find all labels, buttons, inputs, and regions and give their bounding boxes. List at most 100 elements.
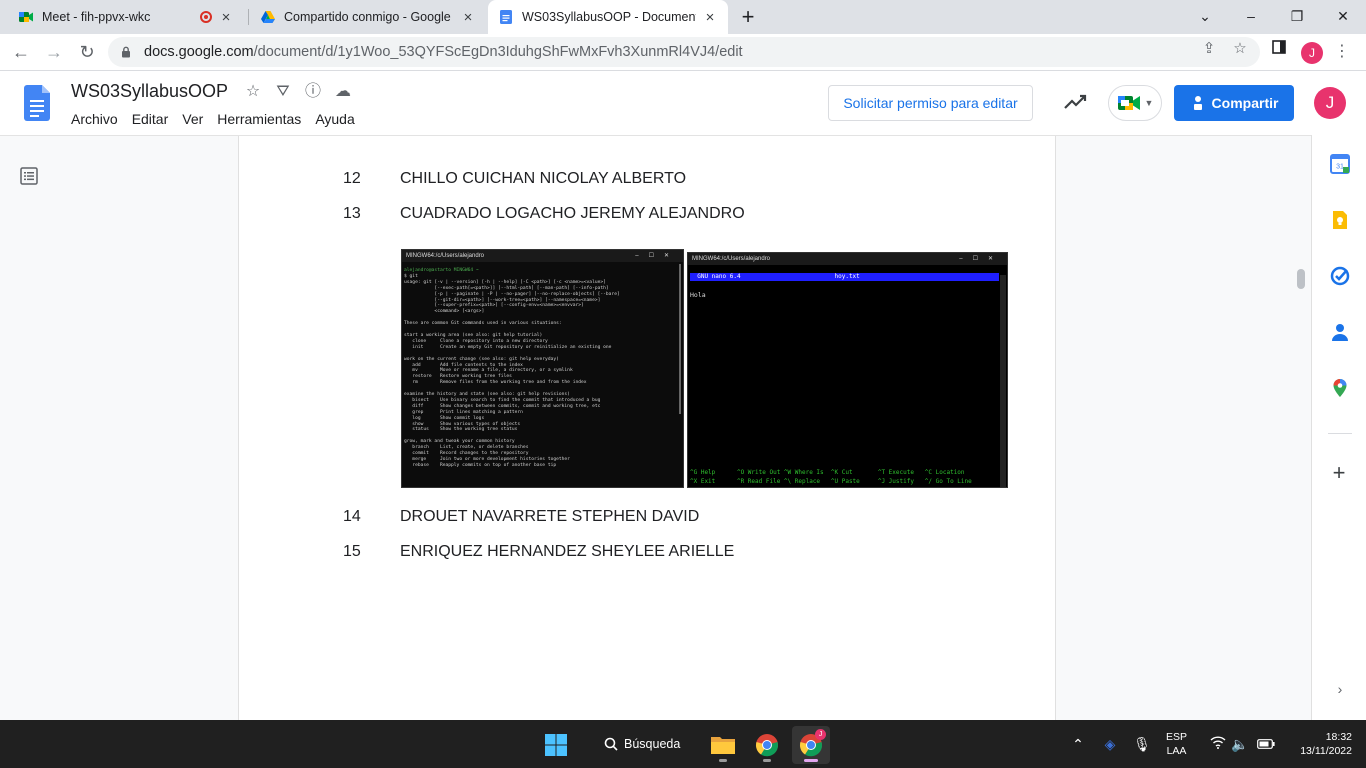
document-title[interactable]: WS03SyllabusOOP	[71, 81, 228, 102]
minimize-button[interactable]: –	[1228, 0, 1274, 34]
tab-separator	[248, 9, 249, 25]
microphone-icon[interactable]: 🎙	[1132, 734, 1152, 754]
student-name: CHILLO CUICHAN NICOLAY ALBERTO	[400, 170, 687, 187]
maps-icon[interactable]	[1330, 378, 1350, 398]
menu-ayuda[interactable]: Ayuda	[315, 111, 354, 127]
running-indicator	[719, 759, 727, 762]
system-clock[interactable]: 18:32 13/11/2022	[1282, 730, 1352, 768]
clock-time: 18:32	[1325, 731, 1352, 743]
row-number: 13	[343, 205, 361, 222]
menu-ver[interactable]: Ver	[182, 111, 203, 127]
new-tab-button[interactable]: +	[737, 4, 759, 30]
battery-icon[interactable]	[1256, 734, 1276, 754]
git-terminal-screenshot[interactable]: MINGW64:/c/Users/alejandro –☐✕ alejandro…	[401, 249, 684, 488]
request-edit-permission-button[interactable]: Solicitar permiso para editar	[828, 85, 1033, 121]
share-button[interactable]: Compartir	[1174, 85, 1294, 121]
taskbar-chrome-other-profile[interactable]	[748, 726, 786, 764]
calendar-icon[interactable]: 31	[1330, 154, 1350, 174]
star-icon[interactable]: ☆	[244, 83, 262, 101]
share-label: Compartir	[1211, 95, 1279, 111]
address-bar[interactable]: docs.google.com/document/d/1y1Woo_53QYFS…	[108, 37, 1260, 67]
back-icon[interactable]: ←	[8, 39, 34, 65]
tab-title: Meet - fih-ppvx-wkc	[42, 10, 151, 24]
nano-terminal-screenshot[interactable]: MINGW64:/c/Users/alejandro –☐✕ GNU nano …	[687, 252, 1008, 488]
recording-icon	[200, 11, 212, 23]
tab-meet[interactable]: Meet - fih-ppvx-wkc ×	[8, 0, 244, 34]
tray-app-icon[interactable]: ◈	[1100, 734, 1120, 754]
share-page-icon[interactable]: ⇪	[1200, 40, 1218, 58]
show-hidden-icons-icon[interactable]: ⌃	[1068, 734, 1088, 754]
tab-strip: Meet - fih-ppvx-wkc × Compartido conmigo…	[0, 0, 1366, 34]
nano-content: Hola	[690, 291, 706, 299]
chevron-right-icon[interactable]: ›	[1332, 681, 1348, 697]
meet-call-button[interactable]: ▼	[1108, 85, 1162, 121]
volume-icon[interactable]: 🔈	[1230, 734, 1250, 754]
terminal-scrollbar	[1000, 275, 1006, 487]
windows-start-icon[interactable]	[544, 733, 568, 757]
taskbar-chrome-active[interactable]: J	[792, 726, 830, 764]
url-host: docs.google.com	[144, 44, 254, 60]
activity-trend-icon[interactable]	[1063, 92, 1089, 112]
reload-icon[interactable]: ↻	[74, 39, 100, 65]
contacts-icon[interactable]	[1330, 322, 1350, 342]
chrome-menu-icon[interactable]: ⋮	[1334, 40, 1350, 64]
student-name: ENRIQUEZ HERNANDEZ SHEYLEE ARIELLE	[400, 543, 735, 560]
add-to-drive-icon[interactable]: ⛛	[274, 83, 292, 101]
tab-drive[interactable]: Compartido conmigo - Google Drive ×	[250, 0, 486, 34]
chrome-icon	[755, 734, 779, 757]
side-panel: 31 + ›	[1311, 135, 1366, 720]
side-panel-icon[interactable]	[1270, 40, 1288, 58]
tab-search-icon[interactable]: ⌄	[1182, 0, 1228, 34]
terminal-title: MINGW64:/c/Users/alejandro	[692, 256, 771, 262]
keep-icon[interactable]	[1330, 210, 1350, 230]
close-tab-icon[interactable]: ×	[460, 9, 476, 26]
restore-button[interactable]: ❐	[1274, 0, 1320, 34]
terminal-window-controls: –☐✕	[635, 253, 679, 259]
tasks-icon[interactable]	[1330, 266, 1350, 286]
account-avatar[interactable]: J	[1314, 87, 1346, 119]
cloud-status-icon[interactable]: ☁	[334, 83, 352, 101]
meet-icon	[1117, 96, 1140, 110]
tab-docs-active[interactable]: WS03SyllabusOOP - Documentos de Google ×	[488, 0, 728, 34]
tab-title: Compartido conmigo - Google Drive	[284, 10, 454, 24]
row-number: 14	[343, 508, 361, 525]
document-page[interactable]: 12 CHILLO CUICHAN NICOLAY ALBERTO 13 CUA…	[238, 136, 1056, 721]
taskbar-file-explorer[interactable]	[704, 726, 742, 764]
terminal-line: rebase Reapply commits on top of another…	[404, 462, 557, 468]
wifi-icon[interactable]	[1208, 734, 1228, 754]
forward-icon[interactable]: →	[41, 39, 67, 65]
bookmark-star-icon[interactable]: ☆	[1231, 40, 1249, 58]
profile-avatar[interactable]: J	[1301, 42, 1323, 64]
docs-logo-icon[interactable]	[24, 85, 50, 121]
folder-icon	[711, 737, 735, 754]
docs-header: WS03SyllabusOOP ☆ ⛛ ⓘ ☁ Archivo Editar V…	[0, 71, 1366, 135]
terminal-title: MINGW64:/c/Users/alejandro	[406, 253, 485, 259]
svg-text:31: 31	[1336, 164, 1344, 171]
close-tab-icon[interactable]: ×	[218, 9, 234, 26]
meet-icon	[19, 12, 33, 22]
lock-icon	[122, 46, 130, 58]
add-addon-icon[interactable]: +	[1329, 462, 1349, 484]
menu-editar[interactable]: Editar	[132, 111, 169, 127]
row-number: 12	[343, 170, 361, 187]
wifi-glyph	[1210, 736, 1226, 749]
person-lock-icon	[1193, 96, 1202, 110]
drive-icon	[261, 11, 275, 23]
close-window-button[interactable]: ✕	[1320, 0, 1366, 34]
document-outline-icon[interactable]	[20, 167, 38, 185]
taskbar-search[interactable]: Búsqueda	[588, 726, 702, 762]
menu-herramientas[interactable]: Herramientas	[217, 111, 301, 127]
terminal-titlebar: MINGW64:/c/Users/alejandro –☐✕	[688, 253, 1007, 265]
page-scrollbar-thumb[interactable]	[1297, 269, 1305, 289]
panel-divider	[1328, 433, 1352, 434]
language-indicator[interactable]: ESP LAA	[1166, 730, 1187, 768]
info-icon[interactable]: ⓘ	[304, 83, 322, 101]
row-number: 15	[343, 543, 361, 560]
close-tab-icon[interactable]: ×	[702, 9, 718, 26]
windows-taskbar: Búsqueda J ⌃ ◈ 🎙 ESP LAA 🔈 18:32 13/11/2…	[0, 720, 1366, 768]
caret-down-icon: ▼	[1144, 98, 1154, 108]
nano-header: GNU nano 6.4 hoy.txt	[690, 273, 999, 281]
search-icon	[604, 737, 618, 751]
student-name: DROUET NAVARRETE STEPHEN DAVID	[400, 508, 700, 525]
menu-archivo[interactable]: Archivo	[71, 111, 118, 127]
